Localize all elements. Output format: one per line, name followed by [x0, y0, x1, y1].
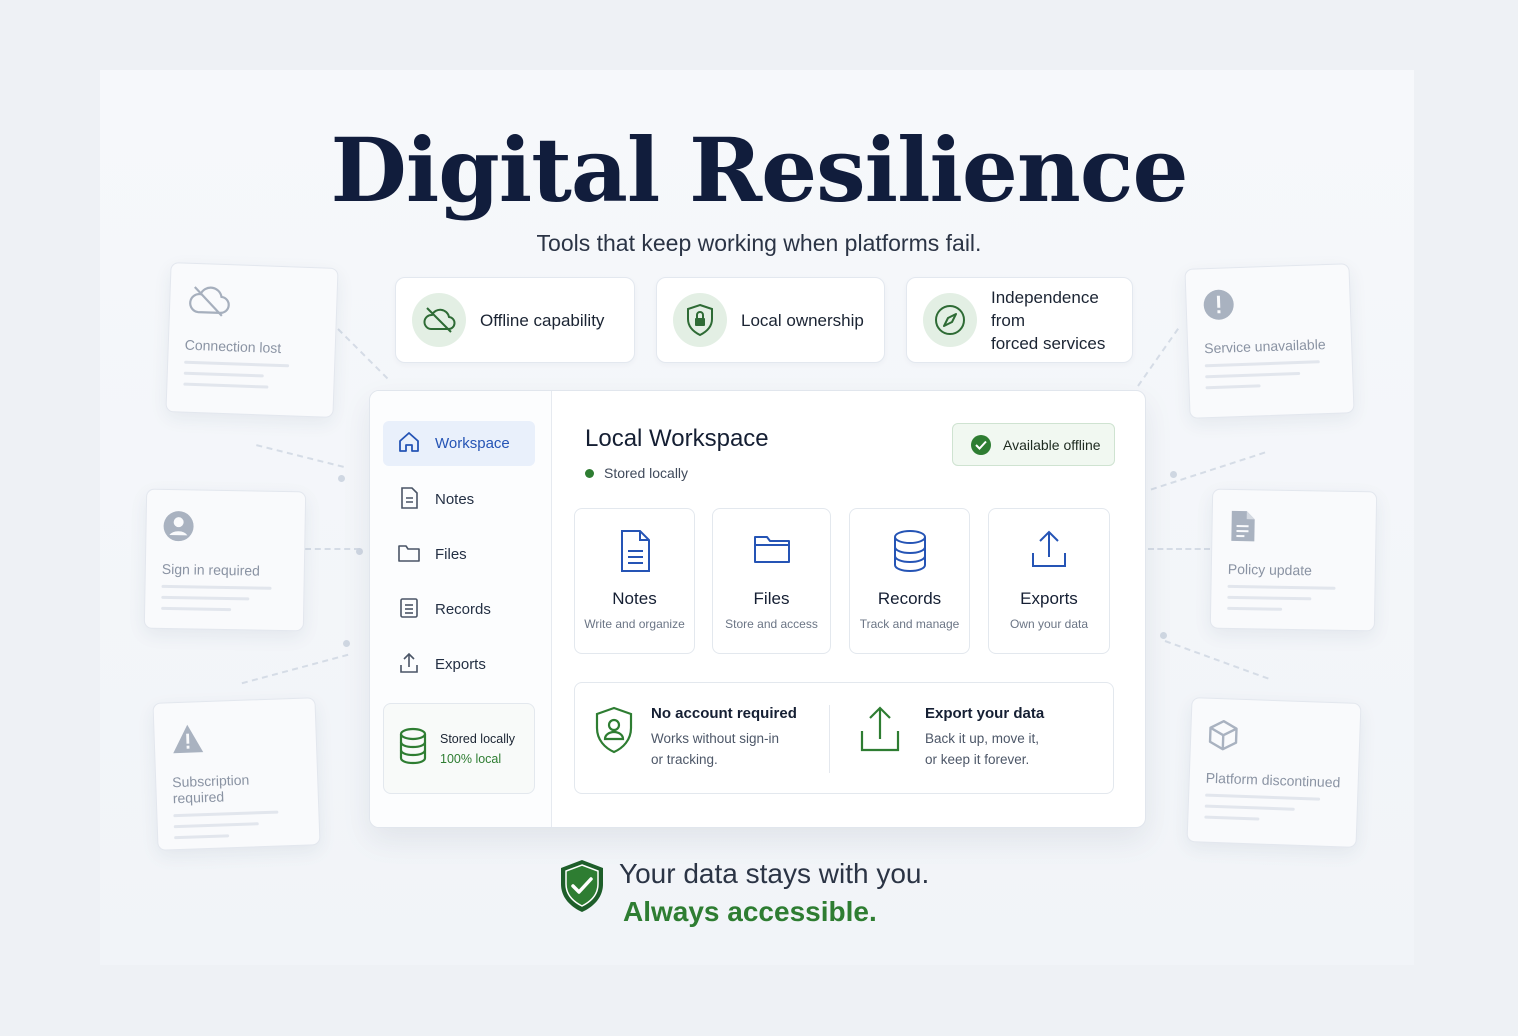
sidebar-item-label: Workspace [435, 435, 510, 452]
sidebar-item-exports[interactable]: Exports [383, 642, 535, 687]
card-title: Exports [1020, 589, 1078, 608]
card-title: Files [753, 589, 790, 608]
folder-icon [752, 529, 792, 573]
user-circle-icon [162, 511, 194, 547]
ghost-label: Platform discontinued [1205, 769, 1341, 791]
warning-icon [171, 724, 206, 759]
footer-line-1: Your data stays with you. [619, 858, 930, 889]
database-icon [398, 727, 428, 770]
alert-circle-icon [1203, 289, 1236, 325]
service-unavailable-card: Service unavailable [1184, 263, 1355, 419]
sidebar-item-records[interactable]: Records [383, 587, 535, 632]
feature-local-ownership: Local ownership [656, 277, 885, 363]
sidebar-item-label: Files [435, 546, 467, 563]
ghost-label: Policy update [1227, 560, 1313, 579]
card-title: Records [877, 589, 942, 608]
card-description: Own your data [1009, 617, 1089, 631]
sidebar-item-files[interactable]: Files [383, 532, 535, 577]
check-circle-icon [971, 434, 991, 455]
card-description: Write and organize [584, 617, 685, 631]
workspace-window: Workspace Notes Files Records Exports St… [369, 390, 1146, 828]
info-no-account: No account required Works without sign-i… [593, 705, 797, 770]
connector-dot [1170, 471, 1177, 478]
info-description: Works without sign-in or tracking. [651, 731, 780, 767]
compass-icon [923, 293, 977, 347]
feature-label: Independence from forced services [991, 287, 1106, 353]
upload-icon [859, 705, 901, 770]
connector-line [305, 548, 360, 550]
available-offline-badge: Available offline [952, 423, 1115, 466]
footer-tagline: Your data stays with you. Always accessi… [557, 858, 929, 928]
feature-label: Offline capability [480, 310, 605, 330]
info-panel: No account required Works without sign-i… [574, 682, 1114, 794]
feature-independence: Independence from forced services [906, 277, 1133, 363]
sidebar-item-label: Notes [435, 491, 475, 508]
page-title: Digital Resilience [330, 118, 1189, 222]
info-export-data: Export your data Back it up, move it, or … [859, 705, 1044, 770]
workspace-status: Stored locally [585, 465, 688, 481]
workspace-main: Local Workspace Stored locally Available… [552, 391, 1145, 827]
cloud-off-icon [412, 293, 466, 347]
card-files[interactable]: Files Store and access [712, 508, 831, 654]
card-description: Store and access [725, 617, 818, 631]
shield-check-icon [557, 858, 607, 919]
status-dot [585, 468, 594, 478]
ghost-label: Subscription required [171, 771, 250, 807]
folder-icon [397, 542, 435, 568]
upload-icon [397, 651, 435, 679]
ghost-label: Service unavailable [1203, 336, 1326, 357]
card-exports[interactable]: Exports Own your data [988, 508, 1110, 654]
connector-dot [1160, 632, 1167, 639]
ghost-label: Connection lost [184, 336, 282, 357]
storage-status-box: Stored locally 100% local [383, 703, 535, 794]
shield-lock-icon [673, 293, 727, 347]
cloud-off-icon [186, 286, 231, 324]
policy-update-card: Policy update [1209, 488, 1378, 632]
document-icon [1228, 510, 1256, 546]
records-icon [397, 596, 435, 624]
document-icon [397, 486, 435, 514]
sidebar-item-label: Records [435, 601, 491, 618]
divider [829, 705, 830, 773]
connector-dot [338, 475, 345, 482]
feature-offline-capability: Offline capability [395, 277, 635, 363]
workspace-title: Local Workspace [585, 425, 769, 452]
platform-discontinued-card: Platform discontinued [1186, 697, 1362, 848]
document-icon [618, 529, 652, 573]
info-heading: Export your data [925, 705, 1045, 722]
database-icon [892, 529, 928, 573]
connection-lost-card: Connection lost [165, 262, 339, 418]
ghost-label: Sign in required [161, 560, 261, 579]
card-records[interactable]: Records Track and manage [849, 508, 970, 654]
sidebar: Workspace Notes Files Records Exports St… [370, 391, 552, 827]
page-subtitle: Tools that keep working when platforms f… [536, 230, 982, 256]
box-icon [1207, 720, 1240, 756]
card-title: Notes [612, 589, 657, 608]
storage-value: 100% local [440, 751, 502, 766]
connector-line [1148, 548, 1210, 550]
home-icon [397, 431, 435, 457]
sidebar-item-notes[interactable]: Notes [383, 477, 535, 522]
card-description: Track and manage [859, 617, 960, 631]
card-notes[interactable]: Notes Write and organize [574, 508, 695, 654]
connector-dot [356, 548, 363, 555]
connector-dot [343, 640, 350, 647]
storage-title: Stored locally [440, 731, 516, 746]
feature-label: Local ownership [741, 310, 864, 330]
sidebar-item-workspace[interactable]: Workspace [383, 421, 535, 466]
info-heading: No account required [651, 705, 797, 722]
sign-in-required-card: Sign in required [143, 488, 307, 632]
info-description: Back it up, move it, or keep it forever. [925, 731, 1040, 767]
user-shield-icon [593, 705, 635, 770]
footer-line-2: Always accessible. [623, 896, 877, 927]
upload-icon [1029, 529, 1069, 573]
subscription-required-card: Subscription required [152, 697, 321, 851]
sidebar-item-label: Exports [435, 656, 486, 673]
